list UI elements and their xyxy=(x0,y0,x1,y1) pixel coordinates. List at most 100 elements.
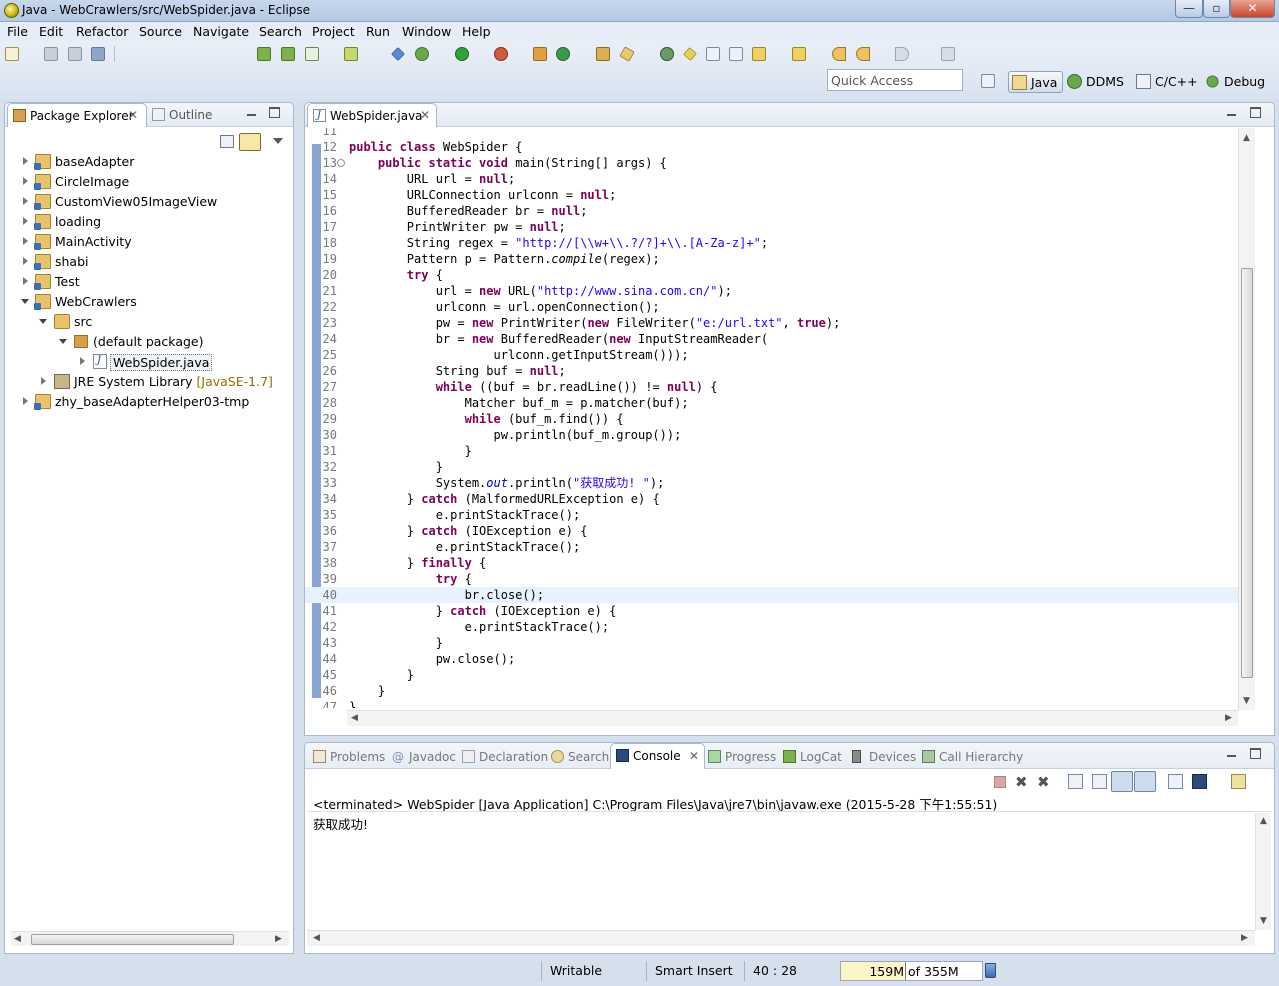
pin-editor-icon[interactable] xyxy=(941,47,955,61)
maximize-editor-icon[interactable] xyxy=(1250,107,1261,118)
tree-item[interactable]: shabi xyxy=(5,252,285,272)
android-avd-icon[interactable] xyxy=(281,47,295,61)
tree-item[interactable]: CustomView05ImageView xyxy=(5,192,285,212)
new-icon[interactable] xyxy=(5,47,19,61)
expand-arrow-icon[interactable] xyxy=(41,377,46,385)
horizontal-scrollbar[interactable]: ◀ ▶ xyxy=(11,931,289,946)
close-tab-icon[interactable]: ✕ xyxy=(420,108,430,122)
maximize-view-icon[interactable] xyxy=(269,107,280,118)
collapse-arrow-icon[interactable] xyxy=(39,319,47,324)
terminate-icon[interactable] xyxy=(994,776,1006,788)
menu-navigate[interactable]: Navigate xyxy=(193,24,249,39)
tab-progress[interactable]: Progress xyxy=(703,745,782,769)
next-annotation-icon[interactable] xyxy=(752,47,766,61)
tab-webspider-java[interactable]: WebSpider.java ✕ xyxy=(307,103,437,127)
tree-item[interactable]: WebCrawlers xyxy=(5,292,285,312)
quick-access-input[interactable]: Quick Access xyxy=(827,69,963,91)
expand-arrow-icon[interactable] xyxy=(23,277,28,285)
scroll-right-icon[interactable]: ▶ xyxy=(1241,933,1248,943)
show-whitespace-icon[interactable] xyxy=(729,47,743,61)
expand-arrow-icon[interactable] xyxy=(23,197,28,205)
scroll-right-icon[interactable]: ▶ xyxy=(275,934,282,944)
menu-source[interactable]: Source xyxy=(139,24,182,39)
perspective-ddms[interactable]: DDMS xyxy=(1064,71,1128,93)
trash-icon[interactable] xyxy=(985,963,996,978)
pin-console-icon[interactable] xyxy=(1168,774,1183,789)
maximize-console-icon[interactable] xyxy=(1250,748,1261,759)
android-sdk-icon[interactable] xyxy=(257,47,271,61)
block-selection-icon[interactable] xyxy=(706,47,720,61)
save-icon[interactable] xyxy=(44,47,58,61)
last-edit-location-icon[interactable] xyxy=(832,47,846,61)
perspective-java[interactable]: Java xyxy=(1008,71,1063,93)
expand-arrow-icon[interactable] xyxy=(23,217,28,225)
save-all-icon[interactable] xyxy=(68,47,82,61)
minimize-button[interactable]: — xyxy=(1175,0,1203,18)
close-button[interactable]: ✕ xyxy=(1230,0,1275,18)
tab-call-hierarchy[interactable]: Call Hierarchy xyxy=(917,745,1029,769)
tree-item[interactable]: MainActivity xyxy=(5,232,285,252)
collapse-all-icon[interactable] xyxy=(220,135,234,148)
tab-logcat[interactable]: LogCat xyxy=(778,745,848,769)
link-with-editor-icon[interactable] xyxy=(239,133,261,151)
tree-item[interactable]: Test xyxy=(5,272,285,292)
clear-console-icon[interactable] xyxy=(1068,774,1083,789)
tab-problems[interactable]: Problems xyxy=(308,745,391,769)
expand-arrow-icon[interactable] xyxy=(23,177,28,185)
scroll-down-icon[interactable]: ▼ xyxy=(1243,696,1250,706)
scroll-thumb[interactable] xyxy=(1241,268,1253,678)
menu-help[interactable]: Help xyxy=(462,24,491,39)
expand-arrow-icon[interactable] xyxy=(23,397,28,405)
tab-package-explorer[interactable]: Package Explorer ✕ xyxy=(7,103,147,127)
view-menu-icon[interactable] xyxy=(273,138,283,144)
open-perspective-icon[interactable] xyxy=(981,74,995,88)
fold-collapse-icon[interactable] xyxy=(337,159,345,167)
tree-item[interactable]: CircleImage xyxy=(5,172,285,192)
expand-arrow-icon[interactable] xyxy=(23,157,28,165)
remove-all-terminated-icon[interactable]: ✖ xyxy=(1037,773,1050,791)
expand-arrow-icon[interactable] xyxy=(80,357,85,365)
console-horizontal-scrollbar[interactable]: ◀ ▶ xyxy=(307,930,1255,946)
tab-devices[interactable]: Devices xyxy=(847,745,922,769)
scroll-left-icon[interactable]: ◀ xyxy=(313,933,320,943)
display-console-icon[interactable] xyxy=(1192,774,1207,789)
remove-launch-icon[interactable]: ✖ xyxy=(1015,773,1028,791)
scroll-lock-icon[interactable] xyxy=(1092,774,1107,789)
tree-item-selected[interactable]: WebSpider.java xyxy=(5,352,285,372)
perspective-debug[interactable]: Debug xyxy=(1202,71,1269,93)
perspective-cpp[interactable]: C/C++ xyxy=(1133,71,1202,93)
maximize-button[interactable]: ▫ xyxy=(1203,0,1230,18)
menu-search[interactable]: Search xyxy=(259,24,302,39)
new-android-project-icon[interactable] xyxy=(344,47,358,61)
new-java-class-icon[interactable] xyxy=(556,47,570,61)
new-java-package-icon[interactable] xyxy=(533,47,547,61)
tree-item[interactable]: JRE System Library [JavaSE-1.7] xyxy=(5,372,285,392)
expand-arrow-icon[interactable] xyxy=(23,257,28,265)
tree-item[interactable]: (default package) xyxy=(5,332,285,352)
menu-window[interactable]: Window xyxy=(402,24,451,39)
tree-item[interactable]: src xyxy=(5,312,285,332)
scroll-thumb[interactable] xyxy=(31,934,234,945)
minimize-console-icon[interactable] xyxy=(1226,748,1237,759)
scroll-left-icon[interactable]: ◀ xyxy=(351,713,358,723)
scroll-up-icon[interactable]: ▲ xyxy=(1260,816,1267,826)
tab-javadoc[interactable]: @ Javadoc xyxy=(387,745,462,769)
editor-horizontal-scrollbar[interactable]: ◀ ▶ xyxy=(347,710,1238,726)
minimize-view-icon[interactable] xyxy=(246,107,257,118)
close-tab-icon[interactable]: ✕ xyxy=(128,108,138,122)
print-icon[interactable] xyxy=(91,47,105,61)
code-editor[interactable]: 11 12 public class WebSpider {13 public st… xyxy=(305,128,1238,708)
scroll-left-icon[interactable]: ◀ xyxy=(14,934,21,944)
show-console-stdout-icon[interactable] xyxy=(1111,771,1133,792)
open-console-icon[interactable] xyxy=(1231,774,1246,789)
tab-declaration[interactable]: Declaration xyxy=(457,745,554,769)
tree-item[interactable]: loading xyxy=(5,212,285,232)
toggle-mark-occurrences-icon[interactable] xyxy=(660,47,674,61)
menu-project[interactable]: Project xyxy=(312,24,355,39)
open-type-icon[interactable] xyxy=(596,47,610,61)
menu-edit[interactable]: Edit xyxy=(39,24,63,39)
previous-annotation-icon[interactable] xyxy=(792,47,806,61)
forward-icon[interactable] xyxy=(895,47,909,61)
scroll-right-icon[interactable]: ▶ xyxy=(1225,713,1232,723)
tree-item[interactable]: baseAdapter xyxy=(5,152,285,172)
